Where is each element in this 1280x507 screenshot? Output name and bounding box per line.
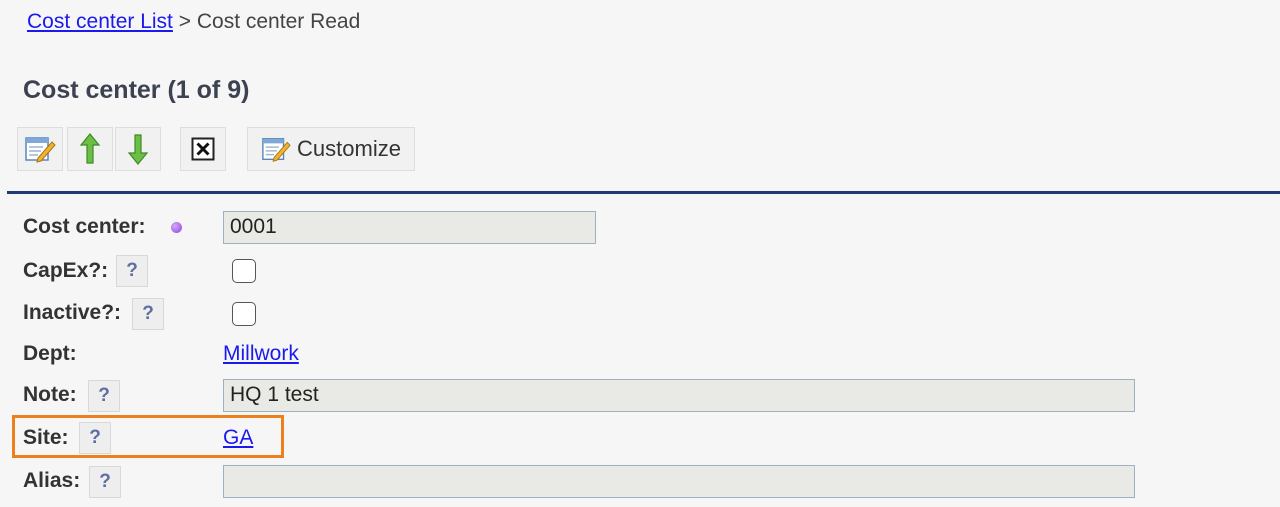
- capex-label: CapEx?:: [23, 259, 109, 282]
- inactive-label: Inactive?:: [23, 301, 122, 324]
- edit-button[interactable]: [17, 127, 63, 171]
- dept-label: Dept:: [23, 342, 77, 365]
- breadcrumb-separator: >: [178, 10, 192, 33]
- site-label: Site:: [23, 426, 69, 449]
- header-divider: [7, 191, 1280, 194]
- close-box-icon: [191, 137, 215, 161]
- dept-link[interactable]: Millwork: [223, 342, 299, 366]
- arrow-up-icon: [79, 133, 101, 164]
- customize-icon: [262, 137, 291, 162]
- inactive-checkbox[interactable]: [232, 302, 256, 326]
- note-help-button[interactable]: ?: [88, 380, 120, 412]
- alias-value: [223, 465, 1135, 498]
- required-indicator-icon: [171, 222, 182, 233]
- breadcrumb-link-cost-center-list[interactable]: Cost center List: [27, 10, 173, 33]
- alias-label: Alias:: [23, 469, 81, 492]
- inactive-help-button[interactable]: ?: [132, 298, 164, 330]
- delete-button[interactable]: [180, 127, 226, 171]
- note-value: HQ 1 test: [223, 379, 1135, 412]
- edit-icon: [25, 137, 56, 163]
- cost-center-label: Cost center:: [23, 215, 146, 238]
- breadcrumb: Cost center List > Cost center Read: [27, 10, 360, 34]
- capex-checkbox[interactable]: [232, 259, 256, 283]
- site-help-button[interactable]: ?: [79, 422, 111, 454]
- cost-center-value: 0001: [223, 211, 596, 244]
- previous-record-button[interactable]: [67, 127, 113, 171]
- arrow-down-icon: [127, 134, 149, 165]
- capex-help-button[interactable]: ?: [116, 255, 148, 287]
- next-record-button[interactable]: [115, 127, 161, 171]
- alias-help-button[interactable]: ?: [89, 466, 121, 498]
- page-title: Cost center (1 of 9): [23, 76, 250, 104]
- customize-button[interactable]: Customize: [247, 127, 415, 171]
- customize-label: Customize: [297, 136, 401, 161]
- breadcrumb-current: Cost center Read: [196, 10, 361, 33]
- note-label: Note:: [23, 383, 77, 406]
- site-link[interactable]: GA: [223, 426, 253, 450]
